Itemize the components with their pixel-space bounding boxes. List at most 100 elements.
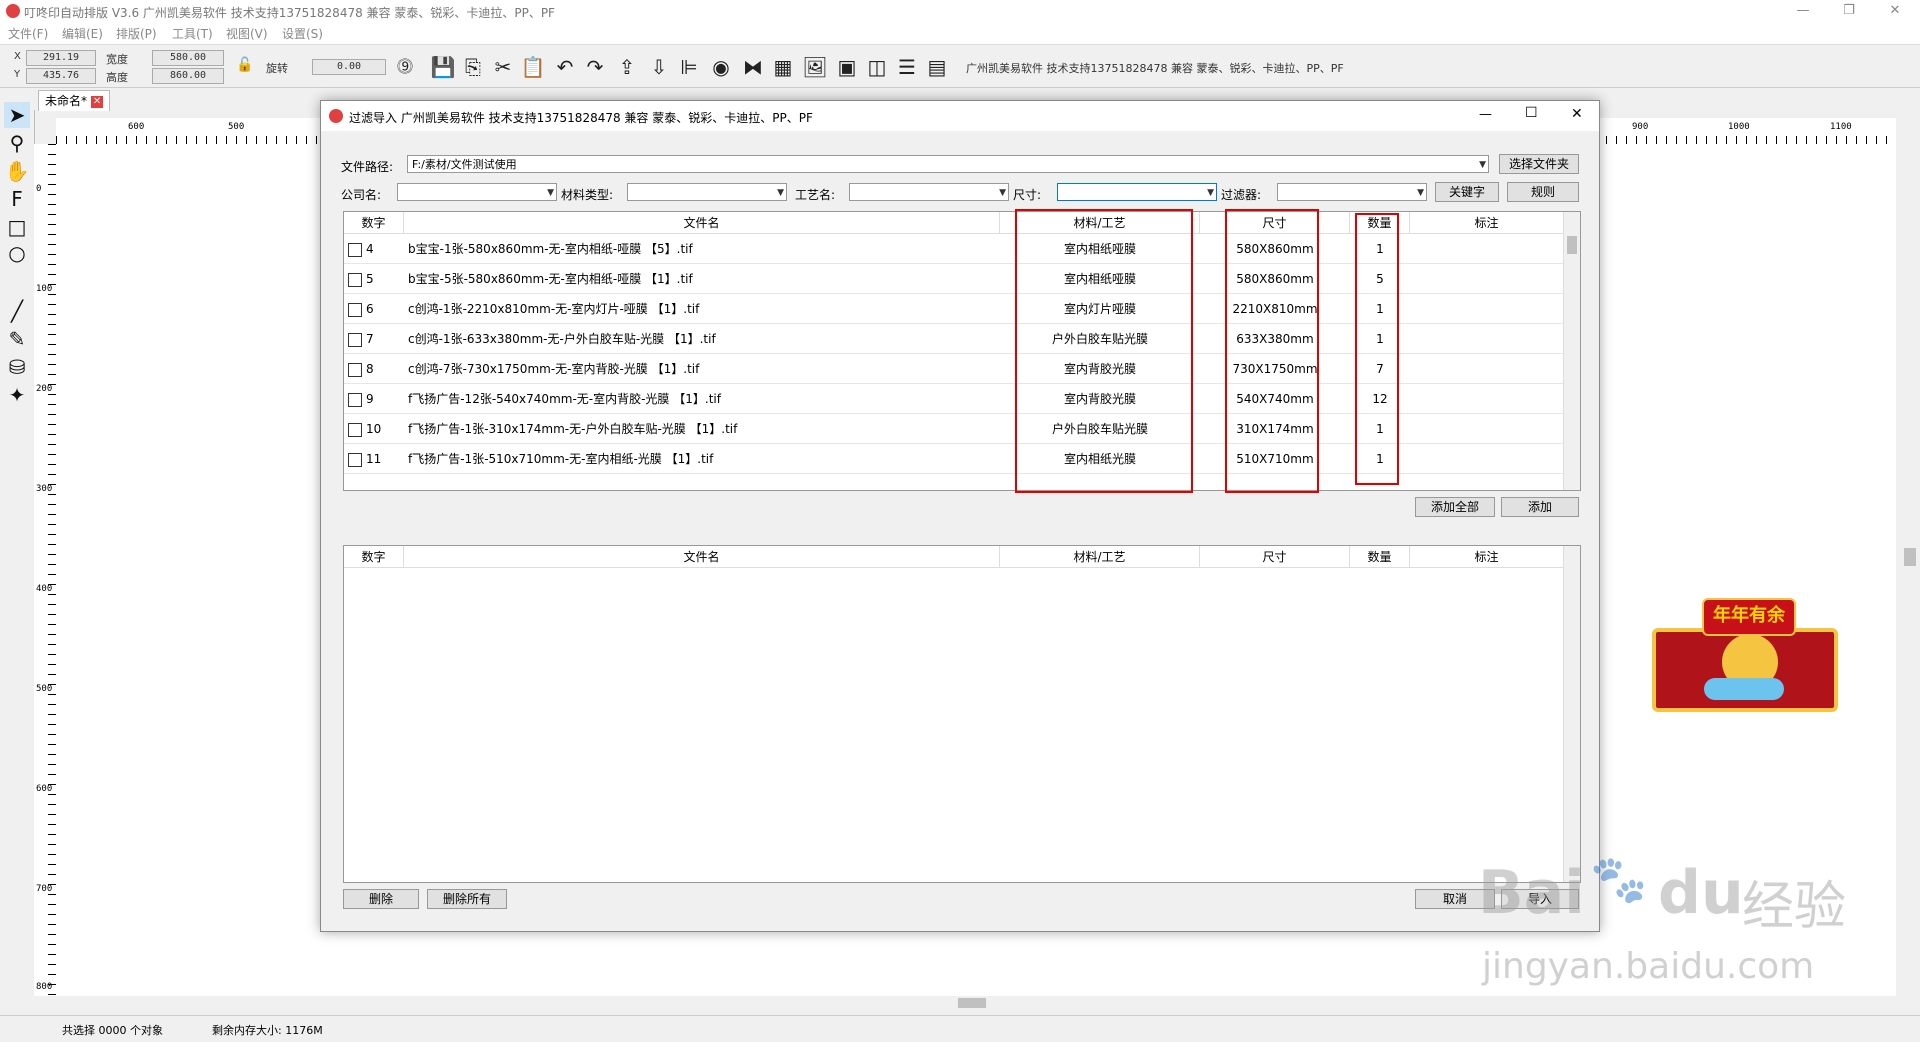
dialog-title-bar: 过滤导入 广州凯美易软件 技术支持13751828478 兼容 蒙泰、锐彩、卡迪… (321, 101, 1599, 131)
add-all-button[interactable]: 添加全部 (1415, 497, 1495, 517)
tab-document[interactable]: 未命名* ✕ (38, 90, 111, 111)
col-header-size[interactable]: 尺寸 (1200, 546, 1350, 568)
minimize-icon[interactable]: — (1780, 0, 1826, 22)
lock-icon[interactable]: 🔓 (236, 57, 253, 73)
choose-folder-button[interactable]: 选择文件夹 (1499, 154, 1579, 174)
align-left-icon[interactable]: ⊫ (676, 54, 702, 80)
row-checkbox[interactable] (348, 453, 362, 467)
scroll-thumb[interactable] (1904, 548, 1916, 566)
col-header-qty[interactable]: 数量 (1350, 546, 1410, 568)
scroll-thumb[interactable] (958, 998, 986, 1008)
craft-combobox[interactable]: ▼ (849, 183, 1009, 201)
menu-bar: 文件(F) 编辑(E) 排版(P) 工具(T) 视图(V) 设置(S) (0, 22, 1920, 45)
layout-icon[interactable]: ▤ (924, 54, 950, 80)
menu-file[interactable]: 文件(F) (8, 25, 48, 42)
distribute-icon[interactable]: ☰ (894, 54, 920, 80)
row-checkbox[interactable] (348, 393, 362, 407)
ruler-label: 300 (36, 484, 53, 494)
table-scrollbar[interactable] (1563, 212, 1580, 490)
selection-count: 共选择 0000 个对象 (62, 1024, 163, 1037)
company-label: 公司名: (341, 188, 382, 202)
mirror-icon[interactable]: ⧓ (740, 54, 766, 80)
close-icon[interactable]: ✕ (1872, 0, 1918, 22)
delete-button[interactable]: 删除 (343, 889, 419, 909)
grid-icon[interactable]: ▦ (770, 54, 796, 80)
x-field[interactable]: 291.19 (26, 50, 96, 66)
ruler-label: 1000 (1728, 122, 1750, 132)
fill-bucket-icon[interactable]: ⛁ (4, 354, 30, 380)
row-checkbox[interactable] (348, 333, 362, 347)
path-combobox[interactable]: F:/素材/文件测试使用 ▼ (407, 155, 1489, 173)
col-header-material[interactable]: 材料/工艺 (1000, 546, 1200, 568)
vertical-scrollbar[interactable] (1898, 118, 1920, 996)
dialog-close-icon[interactable]: ✕ (1571, 106, 1583, 122)
row-checkbox[interactable] (348, 273, 362, 287)
rotate-field[interactable]: 0.00 (312, 59, 386, 75)
delete-all-button[interactable]: 删除所有 (427, 889, 507, 909)
menu-layout[interactable]: 排版(P) (116, 25, 157, 42)
copy-icon[interactable]: ⎘ (460, 54, 486, 80)
table-scrollbar[interactable] (1563, 546, 1580, 882)
line-icon[interactable]: ╱ (4, 298, 30, 324)
material-combobox[interactable]: ▼ (627, 183, 787, 201)
ruler-label: 0 (36, 184, 42, 194)
width-field[interactable]: 580.00 (152, 50, 224, 66)
save-icon[interactable]: 💾 (430, 54, 456, 80)
filter-combobox[interactable]: ▼ (1277, 183, 1427, 201)
col-header-number[interactable]: 数字 (344, 546, 404, 568)
magic-wand-icon[interactable]: ✦ (4, 382, 30, 408)
select-arrow-icon[interactable]: ➤ (4, 102, 30, 128)
row-checkbox[interactable] (348, 423, 362, 437)
row-checkbox[interactable] (348, 243, 362, 257)
tab-close-icon[interactable]: ✕ (91, 95, 104, 108)
eyedropper-icon[interactable]: ✎ (4, 326, 30, 352)
col-header-number[interactable]: 数字 (344, 212, 404, 234)
zoom-icon[interactable]: ⚲ (4, 130, 30, 156)
redo-icon[interactable]: ↷ (582, 54, 608, 80)
row-checkbox[interactable] (348, 363, 362, 377)
text-tool-icon[interactable]: F (4, 186, 30, 212)
watermark-text: du (1658, 858, 1744, 928)
frame-icon[interactable]: ▣ (834, 54, 860, 80)
col-header-filename[interactable]: 文件名 (404, 212, 1000, 234)
highlight-qty-column (1355, 213, 1399, 485)
menu-settings[interactable]: 设置(S) (282, 25, 323, 42)
y-field[interactable]: 435.76 (26, 68, 96, 84)
col-header-note[interactable]: 标注 (1410, 212, 1564, 234)
rotate-90-icon[interactable]: ⓽ (392, 54, 418, 80)
status-bar: 共选择 0000 个对象 剩余内存大小: 1176M (0, 1015, 1920, 1042)
import-icon[interactable]: ⇩ (646, 54, 672, 80)
scroll-thumb[interactable] (1567, 236, 1577, 254)
company-combobox[interactable]: ▼ (397, 183, 557, 201)
row-filename: c创鸿-1张-633x380mm-无-户外白胶车贴-光膜 【1】.tif (408, 332, 716, 346)
hand-icon[interactable]: ✋ (4, 158, 30, 184)
image-icon[interactable]: 🖼 (802, 54, 828, 80)
size-label: 尺寸: (1013, 188, 1042, 202)
undo-icon[interactable]: ↶ (552, 54, 578, 80)
flip-icon[interactable]: ◫ (864, 54, 890, 80)
restore-icon[interactable]: ❐ (1826, 0, 1872, 22)
x-label: X (14, 51, 21, 62)
row-number: 11 (366, 452, 382, 466)
paste-icon[interactable]: 📋 (520, 54, 546, 80)
col-header-filename[interactable]: 文件名 (404, 546, 1000, 568)
row-filename: f飞扬广告-1张-310x174mm-无-户外白胶车贴-光膜 【1】.tif (408, 422, 738, 436)
center-icon[interactable]: ◉ (708, 54, 734, 80)
cut-icon[interactable]: ✂ (490, 54, 516, 80)
col-header-note[interactable]: 标注 (1410, 546, 1564, 568)
size-combobox[interactable]: ▼ (1057, 183, 1217, 201)
dialog-minimize-icon[interactable]: — (1479, 107, 1492, 122)
rectangle-icon[interactable]: □ (4, 214, 30, 240)
dialog-maximize-icon[interactable]: ☐ (1525, 105, 1538, 121)
add-button[interactable]: 添加 (1501, 497, 1579, 517)
menu-edit[interactable]: 编辑(E) (62, 25, 103, 42)
keyword-button[interactable]: 关键字 (1435, 182, 1499, 202)
menu-view[interactable]: 视图(V) (226, 25, 268, 42)
menu-tools[interactable]: 工具(T) (172, 25, 213, 42)
row-filename: f飞扬广告-12张-540x740mm-无-室内背胶-光膜 【1】.tif (408, 392, 721, 406)
row-checkbox[interactable] (348, 303, 362, 317)
ellipse-icon[interactable]: ○ (4, 240, 30, 266)
rules-button[interactable]: 规则 (1507, 182, 1579, 202)
height-field[interactable]: 860.00 (152, 68, 224, 84)
export-icon[interactable]: ⇪ (614, 54, 640, 80)
